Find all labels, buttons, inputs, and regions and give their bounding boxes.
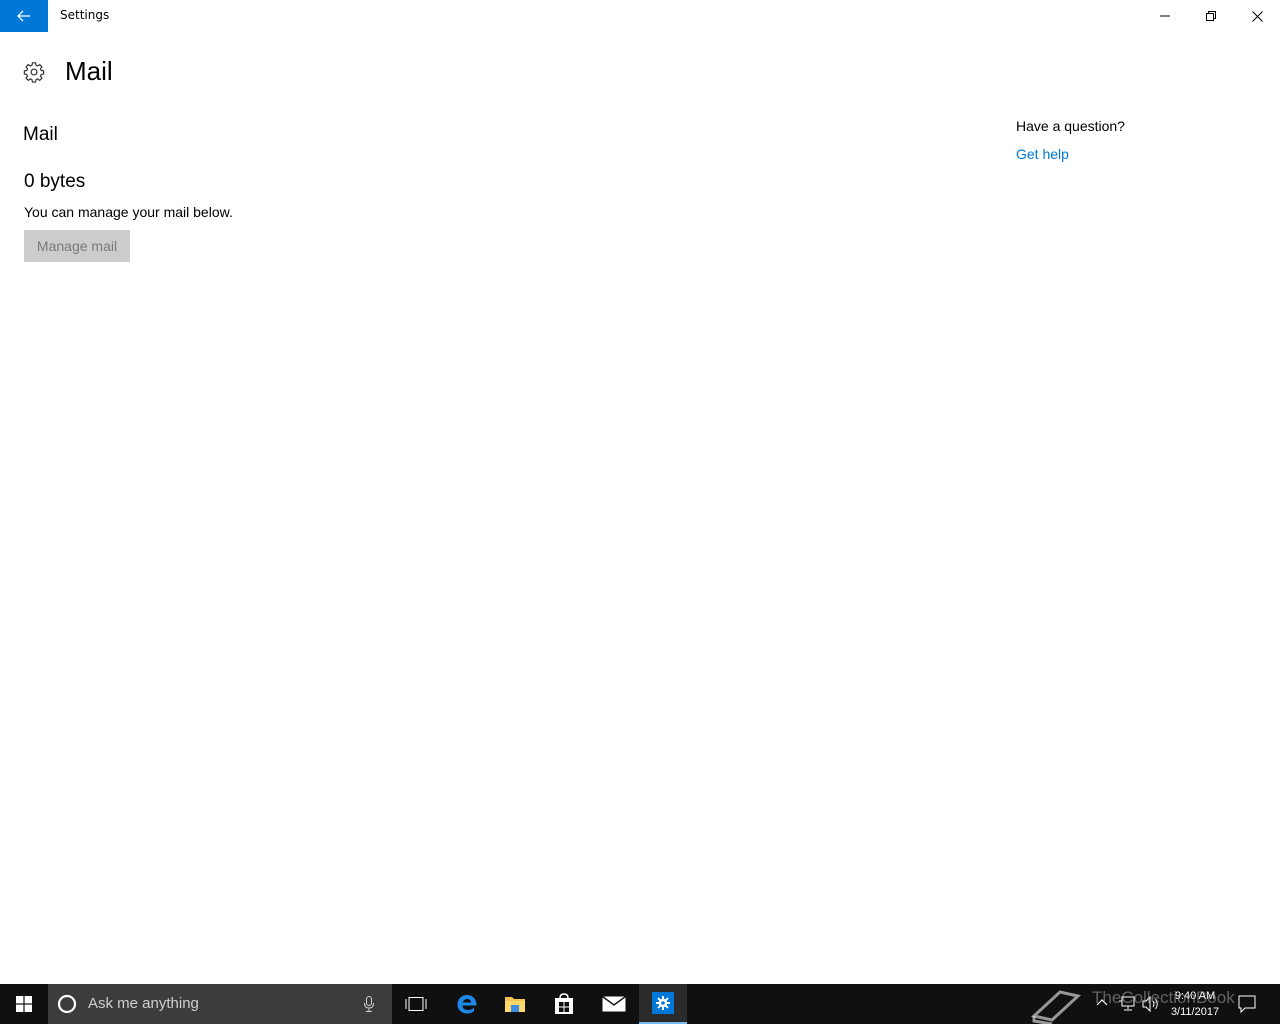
windows-logo-icon: [16, 996, 32, 1012]
close-icon: [1251, 10, 1263, 22]
task-view-button[interactable]: [392, 984, 440, 1024]
minimize-button[interactable]: [1142, 0, 1188, 32]
start-button[interactable]: [0, 984, 48, 1024]
folder-icon: [505, 997, 525, 1012]
clock-date: 3/11/2017: [1170, 1006, 1220, 1018]
taskbar: Ask me anything 9:40 AM 3/11/2017: [0, 984, 1280, 1024]
settings-icon: [652, 992, 674, 1014]
action-center-icon[interactable]: [1238, 995, 1256, 1013]
page-title: Mail: [65, 56, 113, 86]
manage-mail-button[interactable]: Manage mail: [24, 230, 130, 262]
file-explorer-button[interactable]: [491, 984, 539, 1024]
back-arrow-icon: [17, 10, 30, 22]
storage-description: You can manage your mail below.: [24, 204, 233, 220]
section-title: Mail: [23, 124, 58, 145]
settings-taskbar-button[interactable]: [639, 984, 687, 1024]
close-button[interactable]: [1234, 0, 1280, 32]
task-view-icon: [405, 997, 427, 1011]
cortana-icon: [57, 994, 77, 1014]
mail-icon: [602, 996, 626, 1012]
title-bar: Settings: [0, 0, 1280, 32]
clock-time: 9:40 AM: [1174, 990, 1216, 1002]
microphone-icon[interactable]: [364, 996, 374, 1012]
edge-icon: [457, 995, 477, 1014]
edge-button[interactable]: [443, 984, 491, 1024]
restore-icon: [1206, 11, 1216, 21]
restore-button[interactable]: [1188, 0, 1234, 32]
network-icon[interactable]: [1118, 996, 1136, 1012]
search-box[interactable]: Ask me anything: [48, 984, 392, 1024]
window-title: Settings: [60, 8, 110, 22]
store-icon: [555, 993, 573, 1014]
volume-icon[interactable]: [1142, 996, 1160, 1012]
store-button[interactable]: [540, 984, 588, 1024]
gear-icon: [23, 62, 45, 83]
help-question: Have a question?: [1016, 118, 1125, 134]
storage-size: 0 bytes: [24, 171, 86, 192]
show-hidden-icons-chevron-icon[interactable]: [1096, 998, 1108, 1006]
search-placeholder: Ask me anything: [88, 995, 199, 1012]
minimize-icon: [1160, 15, 1170, 17]
clock[interactable]: 9:40 AM 3/11/2017: [1164, 988, 1226, 1020]
get-help-link[interactable]: Get help: [1016, 146, 1069, 162]
mail-button[interactable]: [590, 984, 638, 1024]
back-button[interactable]: [0, 0, 48, 32]
